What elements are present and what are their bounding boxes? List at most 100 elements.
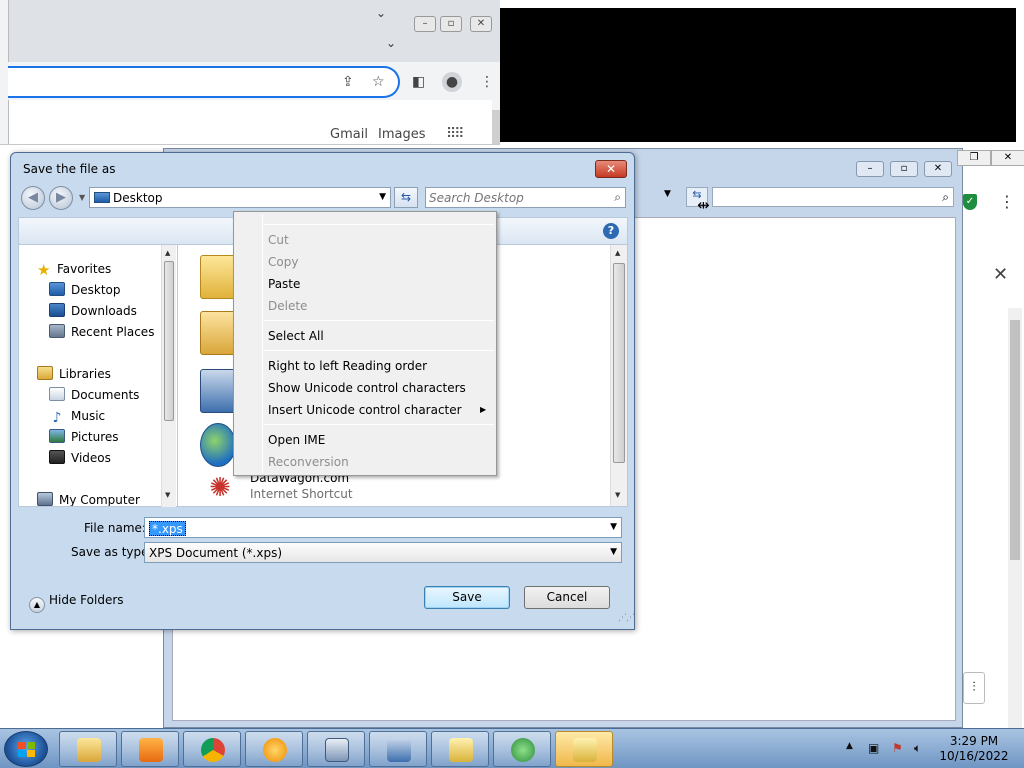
file-name-combobox[interactable]: *.xps ▼ [144,517,622,538]
kebab-menu-icon[interactable]: ⋮ [999,192,1015,211]
start-button[interactable] [4,731,48,767]
nav-music[interactable]: ♪ Music [49,406,106,426]
file-scroll-up-icon[interactable]: ▲ [615,249,620,257]
taskbar-computer-app[interactable] [369,731,427,767]
forward-arrow-icon[interactable]: ▶ [49,186,73,210]
menu-item-show-unicode[interactable]: Show Unicode control characters [268,377,466,399]
close-icon[interactable]: ✕ [470,16,492,32]
restore-icon[interactable]: ❐ [957,150,991,166]
volume-icon[interactable]: 🔈︎ [914,741,921,756]
location-dropdown-icon[interactable]: ▼ [379,192,386,202]
gmail-link[interactable]: Gmail [330,127,368,142]
user-folder-icon[interactable] [200,311,236,355]
network-icon[interactable]: ▣ [868,741,879,755]
save-type-label: Save as type: [71,545,153,559]
star-icon[interactable]: ☆ [372,74,385,90]
clock[interactable]: 3:29 PM 10/16/2022 [934,734,1014,764]
page-scrollbar-thumb[interactable] [1010,320,1020,560]
tab-search-chevron-icon[interactable]: ⌄ [386,36,396,50]
taskbar-explorer[interactable] [59,731,117,767]
nav-libraries[interactable]: Libraries [37,364,111,384]
file-name-label: File name: [84,521,146,535]
nav-recent-places[interactable]: Recent Places [49,322,154,342]
network-globe-icon[interactable] [200,423,236,467]
save-button[interactable]: Save [424,586,510,609]
nav-desktop[interactable]: Desktop [49,280,121,300]
resize-grip-icon[interactable]: ⋰⋰ [618,613,635,623]
menu-item-select-all[interactable]: Select All [268,325,324,347]
taskbar-window-app[interactable] [307,731,365,767]
chevron-down-icon[interactable]: ⌄ [376,6,386,20]
nav-favorites[interactable]: ★ Favorites [37,259,111,279]
taskbar-media-player[interactable] [121,731,179,767]
save-type-select[interactable]: XPS Document (*.xps) ▼ [144,542,622,563]
profile-icon[interactable]: ● [442,72,462,92]
libraries-item-icon[interactable] [200,255,236,299]
bg-maximize-icon[interactable]: ▫ [890,161,918,177]
taskbar-chrome[interactable] [183,731,241,767]
menu-item-paste[interactable]: Paste [268,273,300,295]
menu-kebab-icon[interactable]: ⋮ [480,74,494,90]
nav-documents[interactable]: Documents [49,385,139,405]
tune-icon[interactable]: ⫶ [963,672,985,704]
menu-item-cut[interactable]: Cut [268,229,289,251]
dialog-close-button[interactable]: ✕ [595,160,627,178]
menu-item-insert-unicode[interactable]: Insert Unicode control character [268,399,462,421]
save-type-dropdown-icon[interactable]: ▼ [610,547,617,557]
dismiss-close-icon[interactable]: ✕ [993,264,1008,285]
navigation-scrollbar-thumb[interactable] [164,261,174,421]
history-dropdown-icon[interactable]: ▼ [79,193,85,202]
minimize-icon[interactable]: – [414,16,436,32]
right-browser-strip: ❐ ✕ ✓ ⋮ ✕ ⫶ [957,148,1024,728]
taskbar-search-folder[interactable] [431,731,489,767]
taskbar-windows-app[interactable] [493,731,551,767]
location-bar[interactable]: Desktop ▼ [89,187,391,208]
shield-check-icon[interactable]: ✓ [963,194,977,210]
nav-downloads-label: Downloads [71,304,137,318]
nav-pictures[interactable]: Pictures [49,427,119,447]
hide-folders-button[interactable]: ▲ Hide Folders [29,590,124,613]
file-scroll-down-icon[interactable]: ▼ [615,491,620,499]
browser-scrollbar[interactable] [492,110,500,144]
apps-grid-icon[interactable]: ⠿⠿ [446,126,464,142]
menu-item-reconversion[interactable]: Reconversion [268,451,349,473]
bg-search-box[interactable]: ⌕ [712,187,954,207]
menu-item-open-ime[interactable]: Open IME [268,429,325,451]
nav-videos[interactable]: Videos [49,448,111,468]
menu-item-delete[interactable]: Delete [268,295,307,317]
back-arrow-icon[interactable]: ◀ [21,186,45,210]
libraries-folder-icon [37,366,53,380]
bg-minimize-icon[interactable]: – [856,161,884,177]
maximize-icon[interactable]: ▫ [440,16,462,32]
search-box[interactable]: ⌕ [425,187,626,208]
file-name-dropdown-icon[interactable]: ▼ [610,522,617,532]
taskbar-active-search-folder[interactable] [555,731,613,767]
computer-item-icon[interactable] [200,369,236,413]
scroll-down-icon[interactable]: ▼ [165,491,170,499]
menu-item-copy[interactable]: Copy [268,251,298,273]
nav-downloads[interactable]: Downloads [49,301,137,321]
tray-expand-icon[interactable]: ▲ [846,741,853,751]
search-input[interactable] [429,189,601,206]
refresh-icon[interactable]: ⇆ [394,187,418,208]
cancel-button[interactable]: Cancel [524,586,610,609]
file-list-scrollbar-thumb[interactable] [613,263,625,463]
file-list-scrollbar[interactable]: ▲ ▼ [610,245,627,506]
bg-dropdown-arrow-icon[interactable]: ▼ [664,189,671,199]
images-link[interactable]: Images [378,127,426,142]
share-icon[interactable]: ⇪ [342,74,354,90]
navigation-scrollbar[interactable]: ▲ ▼ [161,245,176,507]
background-browser-window: ⌄ – ▫ ✕ ⌄ ⇪ ☆ ◧ ● ⋮ Gmail Images ⠿⠿ [0,0,500,145]
scroll-up-icon[interactable]: ▲ [165,249,170,257]
file-name-input[interactable] [147,519,597,536]
help-icon[interactable]: ? [603,223,619,239]
side-panel-icon[interactable]: ◧ [412,74,425,90]
datawagon-shortcut-icon[interactable]: ✺ [200,473,240,503]
action-center-icon[interactable]: ⚑ [892,741,903,755]
nav-my-computer[interactable]: My Computer [37,490,140,506]
bg-close-icon[interactable]: ✕ [924,161,952,177]
pictures-icon [49,429,65,443]
menu-item-rtl-reading-order[interactable]: Right to left Reading order [268,355,427,377]
taskbar-password-app[interactable] [245,731,303,767]
close-window-icon[interactable]: ✕ [991,150,1024,166]
